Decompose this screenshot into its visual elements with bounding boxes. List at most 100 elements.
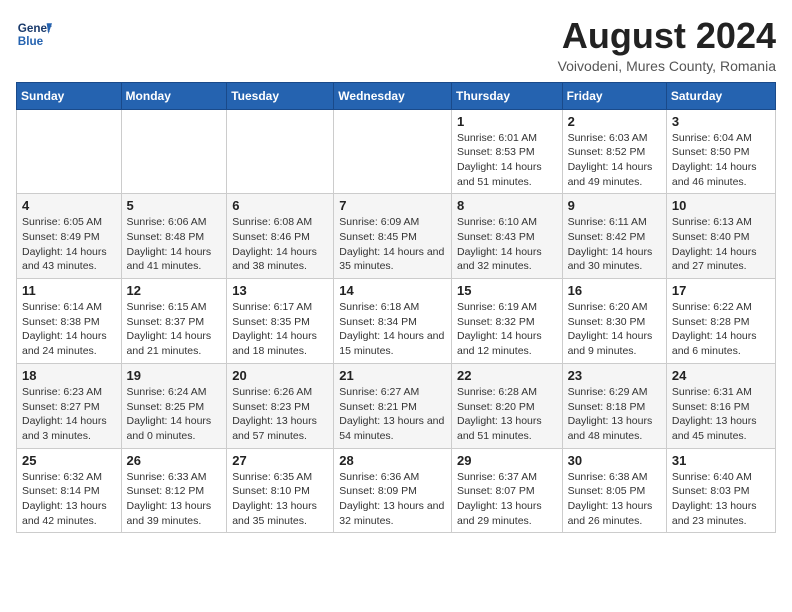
day-cell: 5 Sunrise: 6:06 AM Sunset: 8:48 PM Daylig…: [121, 194, 227, 279]
month-title: August 2024: [558, 16, 776, 56]
day-number: 9: [568, 198, 661, 213]
day-cell: 29 Sunrise: 6:37 AM Sunset: 8:07 PM Dayli…: [451, 448, 562, 533]
day-cell: [334, 109, 452, 194]
day-info: Sunrise: 6:28 AM Sunset: 8:20 PM Dayligh…: [457, 385, 557, 444]
day-number: 3: [672, 114, 770, 129]
day-cell: 16Sunrise: 6:20 AM Sunset: 8:30 PM Dayli…: [562, 279, 666, 364]
day-info: Sunrise: 6:15 AM Sunset: 8:37 PM Dayligh…: [127, 300, 222, 359]
day-info: Sunrise: 6:37 AM Sunset: 8:07 PM Dayligh…: [457, 470, 557, 529]
header-tuesday: Tuesday: [227, 82, 334, 109]
day-cell: 26 Sunrise: 6:33 AM Sunset: 8:12 PM Dayli…: [121, 448, 227, 533]
day-cell: 11Sunrise: 6:14 AM Sunset: 8:38 PM Dayli…: [17, 279, 122, 364]
day-cell: 20 Sunrise: 6:26 AM Sunset: 8:23 PM Dayli…: [227, 363, 334, 448]
day-info: Sunrise: 6:36 AM Sunset: 8:09 PM Dayligh…: [339, 470, 446, 529]
day-info: Sunrise: 6:32 AM Sunset: 8:14 PM Dayligh…: [22, 470, 116, 529]
day-cell: 30 Sunrise: 6:38 AM Sunset: 8:05 PM Dayli…: [562, 448, 666, 533]
day-info: Sunrise: 6:19 AM Sunset: 8:32 PM Dayligh…: [457, 300, 557, 359]
day-number: 27: [232, 453, 328, 468]
day-number: 19: [127, 368, 222, 383]
day-cell: 12 Sunrise: 6:15 AM Sunset: 8:37 PM Dayli…: [121, 279, 227, 364]
day-cell: 13Sunrise: 6:17 AM Sunset: 8:35 PM Dayli…: [227, 279, 334, 364]
day-cell: 22 Sunrise: 6:28 AM Sunset: 8:20 PM Dayli…: [451, 363, 562, 448]
header-thursday: Thursday: [451, 82, 562, 109]
day-info: Sunrise: 6:08 AM Sunset: 8:46 PM Dayligh…: [232, 215, 328, 274]
day-info: Sunrise: 6:26 AM Sunset: 8:23 PM Dayligh…: [232, 385, 328, 444]
day-info: Sunrise: 6:24 AM Sunset: 8:25 PM Dayligh…: [127, 385, 222, 444]
week-row-2: 11Sunrise: 6:14 AM Sunset: 8:38 PM Dayli…: [17, 279, 776, 364]
day-number: 26: [127, 453, 222, 468]
day-info: Sunrise: 6:04 AM Sunset: 8:50 PM Dayligh…: [672, 131, 770, 190]
day-info: Sunrise: 6:17 AM Sunset: 8:35 PM Dayligh…: [232, 300, 328, 359]
logo: General Blue: [16, 16, 52, 52]
subtitle: Voivodeni, Mures County, Romania: [558, 58, 776, 74]
day-cell: 17 Sunrise: 6:22 AM Sunset: 8:28 PM Dayli…: [666, 279, 775, 364]
day-cell: 24Sunrise: 6:31 AM Sunset: 8:16 PM Dayli…: [666, 363, 775, 448]
day-info: Sunrise: 6:31 AM Sunset: 8:16 PM Dayligh…: [672, 385, 770, 444]
day-number: 14: [339, 283, 446, 298]
header-monday: Monday: [121, 82, 227, 109]
day-number: 5: [127, 198, 222, 213]
day-info: Sunrise: 6:38 AM Sunset: 8:05 PM Dayligh…: [568, 470, 661, 529]
day-number: 23: [568, 368, 661, 383]
day-cell: [121, 109, 227, 194]
logo-icon: General Blue: [16, 16, 52, 52]
day-info: Sunrise: 6:22 AM Sunset: 8:28 PM Dayligh…: [672, 300, 770, 359]
day-number: 7: [339, 198, 446, 213]
day-number: 22: [457, 368, 557, 383]
day-number: 31: [672, 453, 770, 468]
day-number: 25: [22, 453, 116, 468]
day-info: Sunrise: 6:18 AM Sunset: 8:34 PM Dayligh…: [339, 300, 446, 359]
day-cell: [17, 109, 122, 194]
day-cell: 27Sunrise: 6:35 AM Sunset: 8:10 PM Dayli…: [227, 448, 334, 533]
day-cell: 4Sunrise: 6:05 AM Sunset: 8:49 PM Daylig…: [17, 194, 122, 279]
day-number: 30: [568, 453, 661, 468]
header-saturday: Saturday: [666, 82, 775, 109]
day-cell: 25 Sunrise: 6:32 AM Sunset: 8:14 PM Dayli…: [17, 448, 122, 533]
day-cell: 10 Sunrise: 6:13 AM Sunset: 8:40 PM Dayli…: [666, 194, 775, 279]
day-info: Sunrise: 6:29 AM Sunset: 8:18 PM Dayligh…: [568, 385, 661, 444]
day-number: 20: [232, 368, 328, 383]
day-cell: 1 Sunrise: 6:01 AM Sunset: 8:53 PM Daylig…: [451, 109, 562, 194]
day-number: 18: [22, 368, 116, 383]
header-wednesday: Wednesday: [334, 82, 452, 109]
day-cell: 31 Sunrise: 6:40 AM Sunset: 8:03 PM Dayli…: [666, 448, 775, 533]
day-cell: 9 Sunrise: 6:11 AM Sunset: 8:42 PM Daylig…: [562, 194, 666, 279]
day-cell: 6 Sunrise: 6:08 AM Sunset: 8:46 PM Daylig…: [227, 194, 334, 279]
day-info: Sunrise: 6:23 AM Sunset: 8:27 PM Dayligh…: [22, 385, 116, 444]
day-number: 10: [672, 198, 770, 213]
day-number: 6: [232, 198, 328, 213]
day-number: 4: [22, 198, 116, 213]
day-info: Sunrise: 6:20 AM Sunset: 8:30 PM Dayligh…: [568, 300, 661, 359]
week-row-1: 4Sunrise: 6:05 AM Sunset: 8:49 PM Daylig…: [17, 194, 776, 279]
day-cell: 14 Sunrise: 6:18 AM Sunset: 8:34 PM Dayli…: [334, 279, 452, 364]
svg-text:Blue: Blue: [18, 35, 44, 48]
day-info: Sunrise: 6:27 AM Sunset: 8:21 PM Dayligh…: [339, 385, 446, 444]
day-info: Sunrise: 6:13 AM Sunset: 8:40 PM Dayligh…: [672, 215, 770, 274]
day-number: 15: [457, 283, 557, 298]
day-cell: [227, 109, 334, 194]
day-number: 1: [457, 114, 557, 129]
day-number: 11: [22, 283, 116, 298]
day-cell: 23 Sunrise: 6:29 AM Sunset: 8:18 PM Dayli…: [562, 363, 666, 448]
day-info: Sunrise: 6:10 AM Sunset: 8:43 PM Dayligh…: [457, 215, 557, 274]
day-number: 21: [339, 368, 446, 383]
header: General Blue August 2024 Voivodeni, Mure…: [16, 16, 776, 74]
day-info: Sunrise: 6:01 AM Sunset: 8:53 PM Dayligh…: [457, 131, 557, 190]
day-cell: 28 Sunrise: 6:36 AM Sunset: 8:09 PM Dayli…: [334, 448, 452, 533]
day-number: 12: [127, 283, 222, 298]
day-number: 29: [457, 453, 557, 468]
day-info: Sunrise: 6:33 AM Sunset: 8:12 PM Dayligh…: [127, 470, 222, 529]
day-info: Sunrise: 6:03 AM Sunset: 8:52 PM Dayligh…: [568, 131, 661, 190]
week-row-0: 1 Sunrise: 6:01 AM Sunset: 8:53 PM Daylig…: [17, 109, 776, 194]
day-info: Sunrise: 6:06 AM Sunset: 8:48 PM Dayligh…: [127, 215, 222, 274]
day-number: 17: [672, 283, 770, 298]
day-info: Sunrise: 6:11 AM Sunset: 8:42 PM Dayligh…: [568, 215, 661, 274]
day-number: 8: [457, 198, 557, 213]
day-info: Sunrise: 6:40 AM Sunset: 8:03 PM Dayligh…: [672, 470, 770, 529]
header-friday: Friday: [562, 82, 666, 109]
week-row-3: 18 Sunrise: 6:23 AM Sunset: 8:27 PM Dayli…: [17, 363, 776, 448]
day-info: Sunrise: 6:09 AM Sunset: 8:45 PM Dayligh…: [339, 215, 446, 274]
week-row-4: 25 Sunrise: 6:32 AM Sunset: 8:14 PM Dayli…: [17, 448, 776, 533]
day-number: 28: [339, 453, 446, 468]
day-cell: 3 Sunrise: 6:04 AM Sunset: 8:50 PM Daylig…: [666, 109, 775, 194]
